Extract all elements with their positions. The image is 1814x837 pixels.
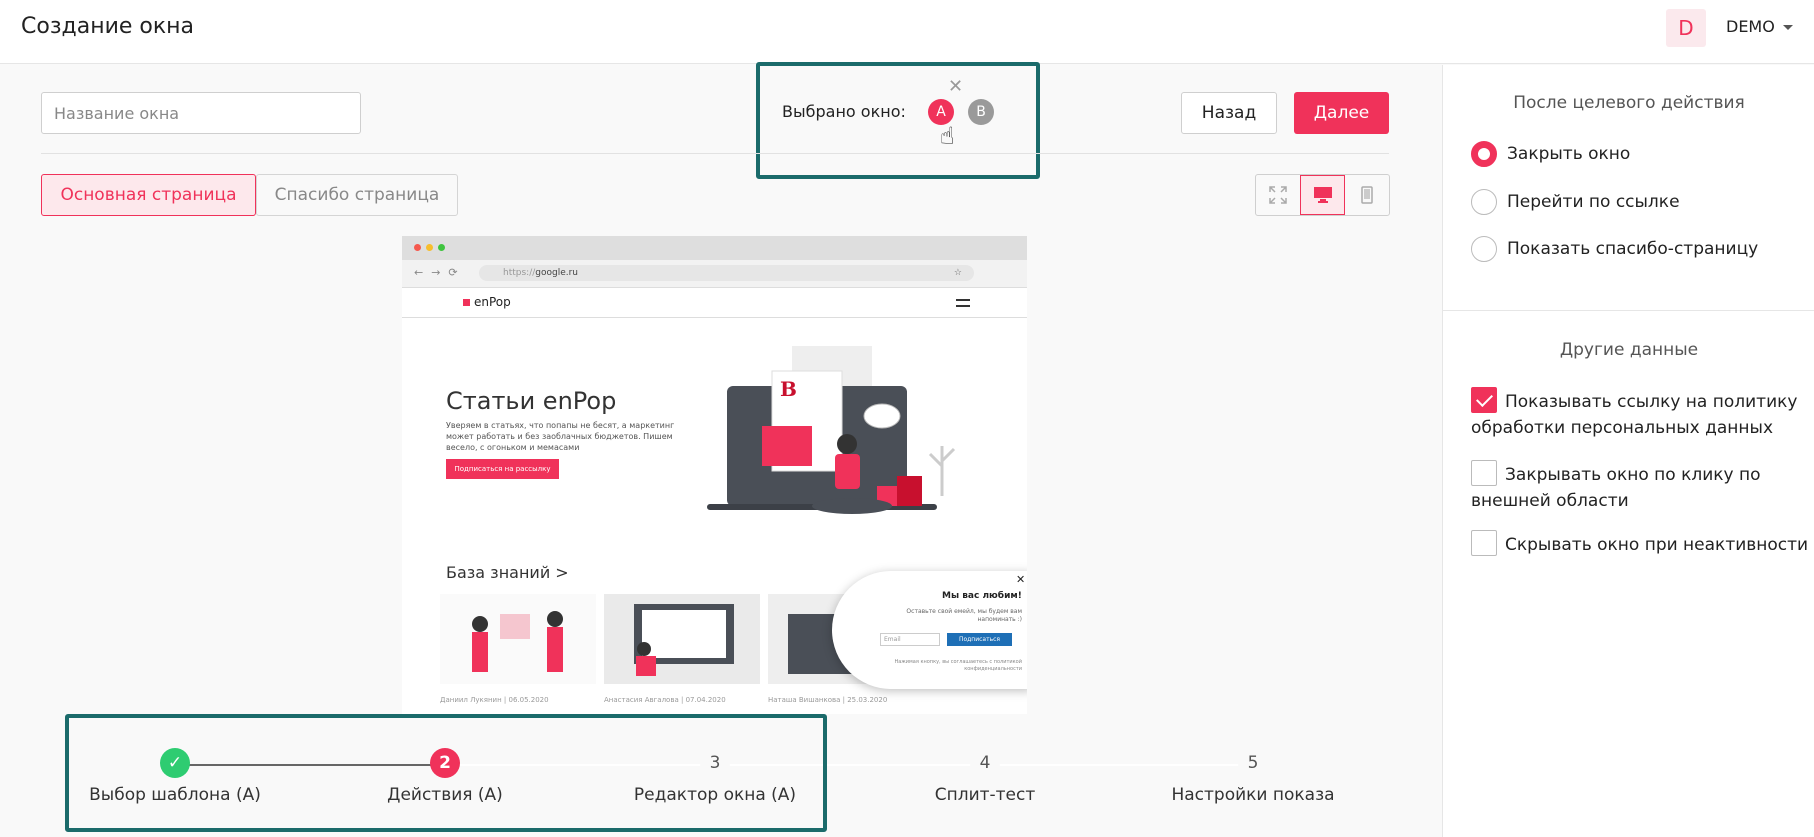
article-card bbox=[604, 594, 760, 684]
other-data-title: Другие данные bbox=[1559, 340, 1699, 360]
radio-follow-link[interactable]: Перейти по ссылке bbox=[1471, 188, 1680, 216]
step-4-label[interactable]: Сплит-тест bbox=[875, 785, 1095, 805]
checkbox-close-outside[interactable]: Закрывать окно по клику по внешней облас… bbox=[1471, 460, 1811, 514]
site-logo: enPop bbox=[463, 295, 511, 309]
step-5-label[interactable]: Настройки показа bbox=[1143, 785, 1363, 805]
window-name-input[interactable] bbox=[41, 92, 361, 134]
view-mode-group bbox=[1255, 174, 1390, 216]
window-maximize-dot bbox=[438, 244, 445, 251]
selected-window-label: Выбрано окно: bbox=[782, 102, 906, 121]
star-icon: ☆ bbox=[953, 268, 962, 278]
variant-b-button[interactable]: B bbox=[968, 99, 994, 125]
address-bar: https://google.ru ☆ bbox=[479, 265, 974, 281]
option-label: Перейти по ссылке bbox=[1507, 192, 1680, 212]
checkbox[interactable] bbox=[1471, 387, 1497, 413]
popup-text: Оставьте свой емейл, мы будем вам напоми… bbox=[906, 608, 1022, 623]
top-header: Создание окна D DEMO bbox=[0, 0, 1814, 64]
close-icon: ✕ bbox=[1016, 573, 1026, 586]
window-minimize-dot bbox=[426, 244, 433, 251]
popup-note: Нажимая кнопку, вы соглашаетесь с полити… bbox=[894, 659, 1022, 672]
browser-titlebar bbox=[402, 236, 1027, 260]
laptop-illustration: B bbox=[707, 346, 956, 514]
page-title: Создание окна bbox=[21, 14, 195, 39]
popup-preview: ✕ Мы вас любим! Оставьте свой емейл, мы … bbox=[832, 571, 1027, 689]
site-nav: enPop bbox=[402, 288, 1027, 318]
popup-title: Мы вас любим! bbox=[942, 591, 1022, 601]
tab-thanks-page[interactable]: Спасибо страница bbox=[256, 174, 458, 216]
radio-thanks-page[interactable]: Показать спасибо-страницу bbox=[1471, 235, 1758, 263]
svg-text:B: B bbox=[780, 377, 797, 401]
back-button[interactable]: Назад bbox=[1181, 92, 1277, 134]
menu-icon bbox=[956, 299, 970, 307]
variant-selector: Выбрано окно: ✕ A B ☝ bbox=[756, 62, 1040, 179]
window-preview: ←→⟳ https://google.ru ☆ enPop Статьи enP… bbox=[402, 236, 1027, 714]
checkbox-privacy-link[interactable]: Показывать ссылку на политику обработки … bbox=[1471, 387, 1811, 441]
account-menu[interactable]: DEMO bbox=[1726, 17, 1775, 36]
article-card bbox=[440, 594, 596, 684]
divider bbox=[1443, 310, 1814, 311]
step-4-number[interactable]: 4 bbox=[970, 748, 1000, 778]
mobile-icon[interactable] bbox=[1345, 175, 1389, 215]
checkbox-hide-inactive[interactable]: Скрывать окно при неактивности bbox=[1471, 530, 1811, 558]
browser-address-row: ←→⟳ https://google.ru ☆ bbox=[402, 260, 1027, 288]
fullscreen-icon[interactable] bbox=[1256, 175, 1300, 215]
chevron-down-icon[interactable] bbox=[1783, 25, 1793, 30]
url-scheme: https:// bbox=[503, 268, 536, 278]
radio-button[interactable] bbox=[1471, 189, 1497, 215]
desktop-icon[interactable] bbox=[1300, 175, 1345, 215]
popup-email-field: Email bbox=[880, 633, 940, 646]
option-label: Закрывать окно по клику по внешней облас… bbox=[1471, 465, 1761, 511]
url-host: google.ru bbox=[535, 268, 579, 278]
hero-title: Статьи enPop bbox=[446, 387, 617, 415]
option-label: Показать спасибо-страницу bbox=[1507, 239, 1759, 259]
checkbox[interactable] bbox=[1471, 460, 1497, 486]
close-icon[interactable]: ✕ bbox=[948, 78, 963, 96]
divider bbox=[41, 153, 1389, 154]
popup-subscribe-button: Подписаться bbox=[947, 633, 1012, 646]
radio-close-window[interactable]: Закрыть окно bbox=[1471, 140, 1630, 168]
window-close-dot bbox=[414, 244, 421, 251]
logo-mark bbox=[463, 299, 470, 306]
hero-text: Уверяем в статьях, что попапы не бесят, … bbox=[446, 421, 675, 452]
hand-cursor-icon: ☝ bbox=[940, 122, 955, 150]
checkbox[interactable] bbox=[1471, 530, 1497, 556]
settings-panel: После целевого действия Закрыть окно Пер… bbox=[1442, 65, 1814, 837]
option-label: Показывать ссылку на политику обработки … bbox=[1471, 392, 1798, 438]
knowledge-base-title: База знаний > bbox=[446, 563, 569, 582]
tab-main-page[interactable]: Основная страница bbox=[41, 174, 256, 216]
hero-subscribe-button: Подписаться на рассылку bbox=[446, 459, 559, 479]
browser-nav-icons: ←→⟳ bbox=[414, 266, 466, 279]
avatar[interactable]: D bbox=[1666, 9, 1706, 47]
option-label: Скрывать окно при неактивности bbox=[1505, 535, 1809, 555]
after-action-title: После целевого действия bbox=[1513, 93, 1745, 113]
site-logo-text: enPop bbox=[474, 295, 511, 309]
radio-button[interactable] bbox=[1471, 141, 1497, 167]
option-label: Закрыть окно bbox=[1507, 144, 1631, 164]
steps-highlight bbox=[65, 714, 827, 832]
radio-button[interactable] bbox=[1471, 236, 1497, 262]
next-button[interactable]: Далее bbox=[1294, 92, 1389, 134]
step-5-number[interactable]: 5 bbox=[1238, 748, 1268, 778]
